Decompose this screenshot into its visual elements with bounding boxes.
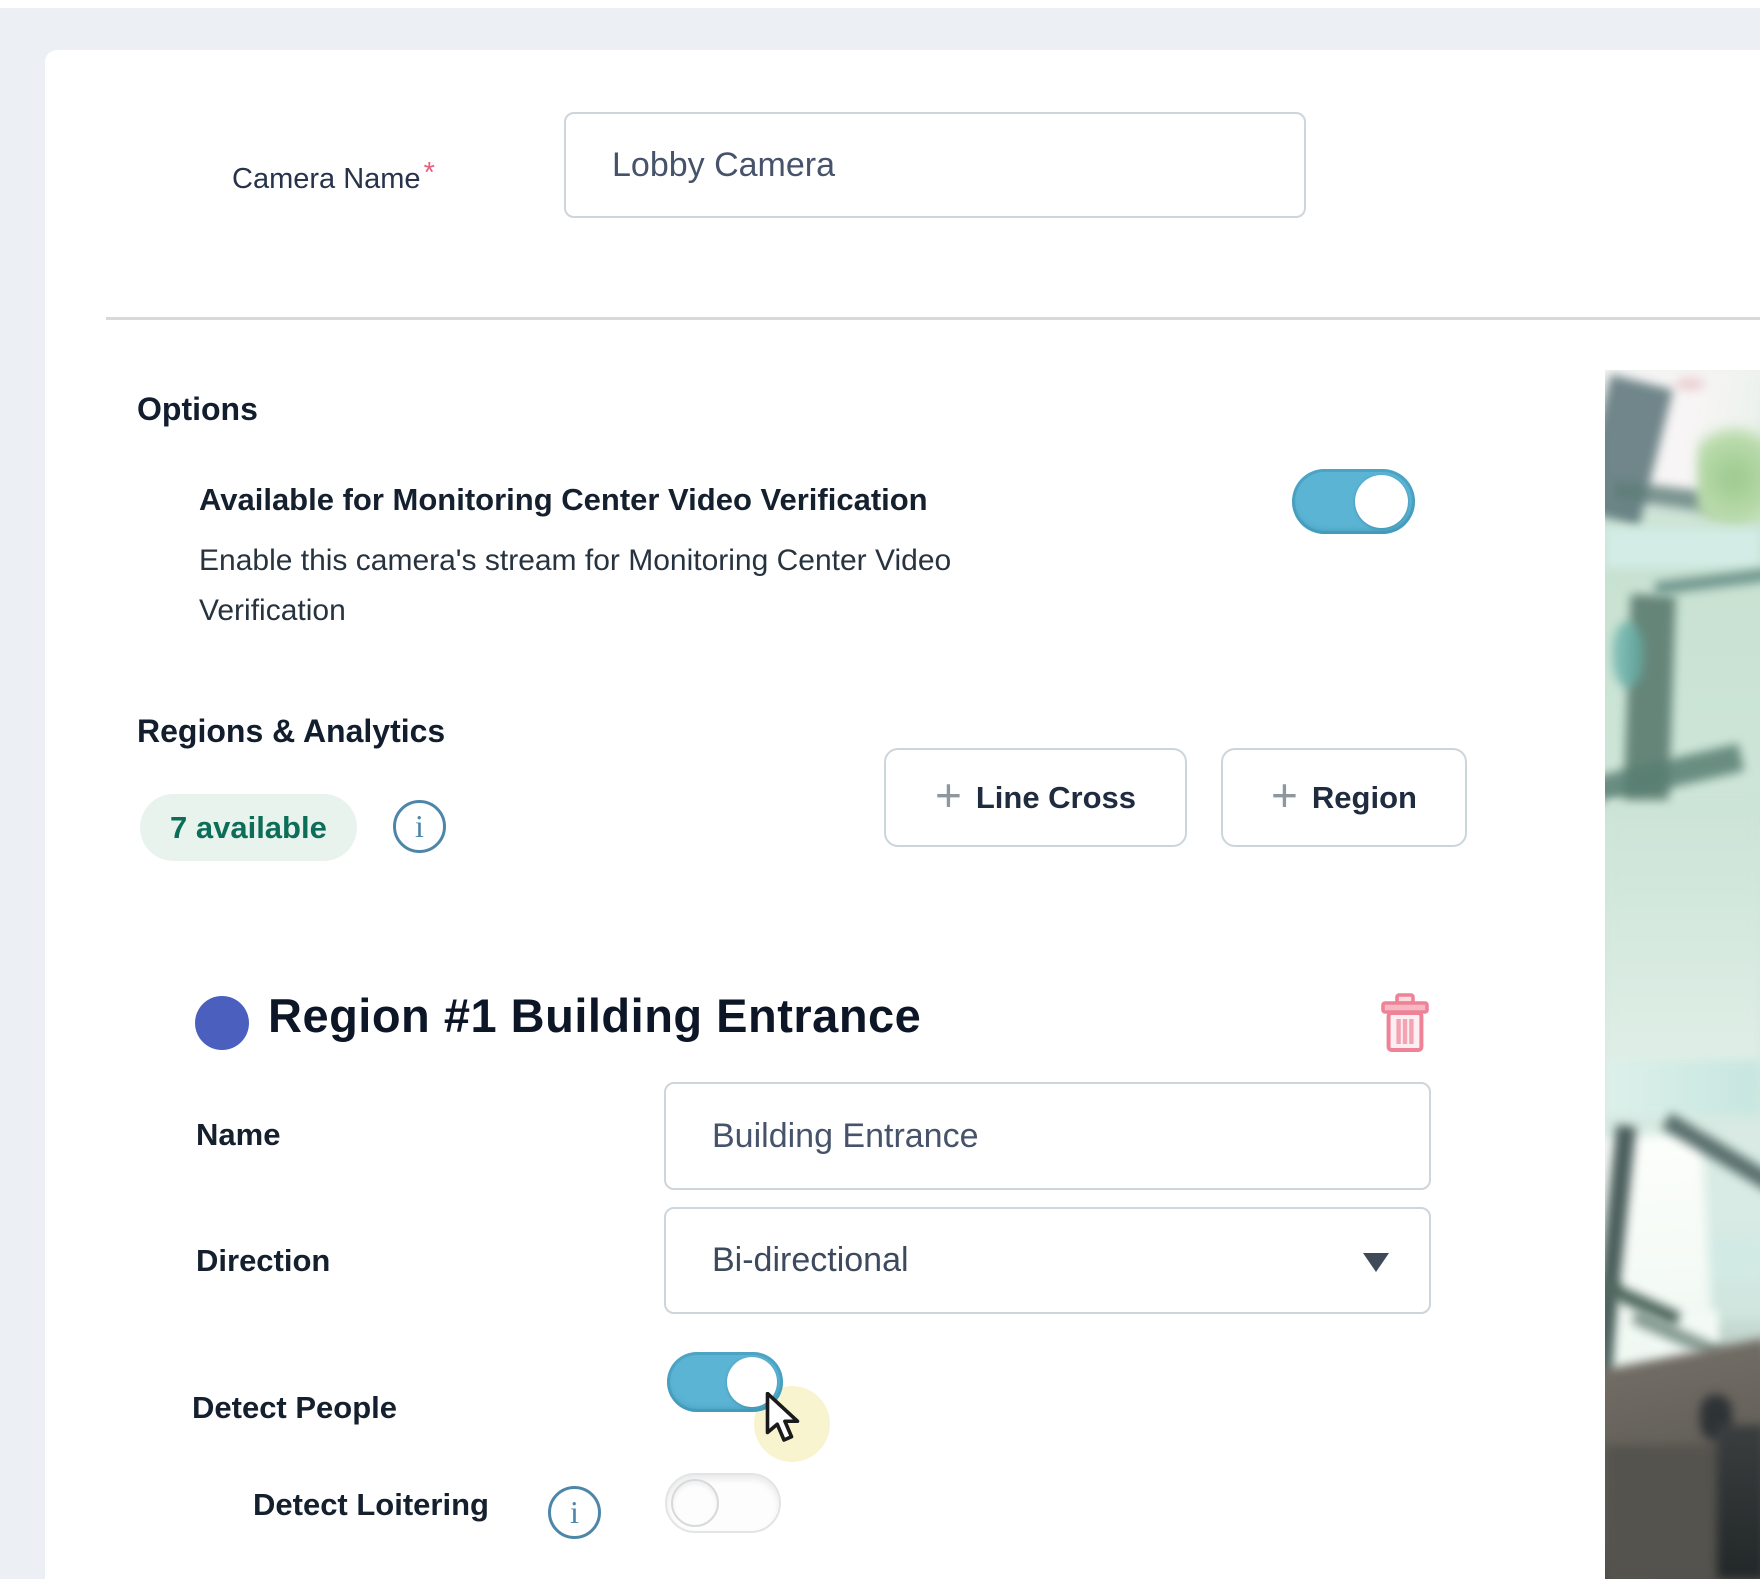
regions-analytics-heading: Regions & Analytics bbox=[137, 713, 446, 749]
detect-loitering-toggle[interactable] bbox=[665, 1473, 781, 1533]
loitering-info-icon[interactable]: i bbox=[548, 1486, 601, 1539]
detect-loitering-label: Detect Loitering bbox=[253, 1487, 489, 1522]
region-button-label: Region bbox=[1311, 779, 1417, 815]
add-region-button[interactable]: + Region bbox=[1221, 748, 1467, 847]
preview-shape bbox=[1654, 568, 1760, 595]
toggle-knob bbox=[671, 1479, 719, 1527]
line-cross-button-label: Line Cross bbox=[975, 779, 1137, 815]
direction-dropdown[interactable]: Bi-directional bbox=[664, 1207, 1431, 1314]
preview-shape bbox=[1717, 1425, 1760, 1579]
camera-preview-image bbox=[1605, 370, 1760, 1579]
toggle-knob bbox=[1355, 475, 1408, 528]
info-icon[interactable]: i bbox=[393, 800, 446, 853]
region-title: Region #1 Building Entrance bbox=[268, 989, 922, 1042]
monitoring-verification-label: Available for Monitoring Center Video Ve… bbox=[199, 482, 928, 517]
region-name-input[interactable] bbox=[664, 1082, 1431, 1190]
add-line-cross-button[interactable]: + Line Cross bbox=[884, 748, 1187, 847]
preview-shape bbox=[1605, 800, 1760, 1070]
preview-shape bbox=[1613, 622, 1643, 687]
direction-label: Direction bbox=[196, 1243, 331, 1278]
region-name-label: Name bbox=[196, 1117, 281, 1152]
preview-shape bbox=[1697, 418, 1760, 538]
camera-name-input[interactable] bbox=[564, 112, 1306, 218]
monitoring-verification-toggle[interactable] bbox=[1292, 469, 1415, 534]
preview-shape bbox=[1605, 528, 1760, 568]
delete-region-trash-icon[interactable] bbox=[1377, 992, 1433, 1054]
plus-icon: + bbox=[934, 769, 962, 821]
required-asterisk: * bbox=[423, 157, 435, 189]
mouse-cursor-icon bbox=[765, 1392, 800, 1442]
direction-selected-value: Bi-directional bbox=[712, 1241, 909, 1279]
region-color-dot bbox=[195, 996, 249, 1050]
plus-icon: + bbox=[1271, 769, 1298, 821]
monitoring-verification-description: Enable this camera's stream for Monitori… bbox=[199, 544, 952, 627]
chevron-down-icon bbox=[1363, 1253, 1389, 1272]
camera-name-label-text: Camera Name bbox=[232, 163, 421, 195]
preview-shape bbox=[1675, 378, 1705, 390]
detect-people-label: Detect People bbox=[192, 1390, 398, 1425]
available-count-badge: 7 available bbox=[140, 794, 357, 861]
section-divider bbox=[106, 317, 1760, 320]
camera-name-label: Camera Name * bbox=[232, 157, 435, 196]
info-icon-glyph: i bbox=[415, 808, 424, 844]
preview-shape bbox=[1605, 1060, 1760, 1115]
info-icon-glyph: i bbox=[570, 1494, 579, 1530]
options-heading: Options bbox=[137, 391, 258, 427]
